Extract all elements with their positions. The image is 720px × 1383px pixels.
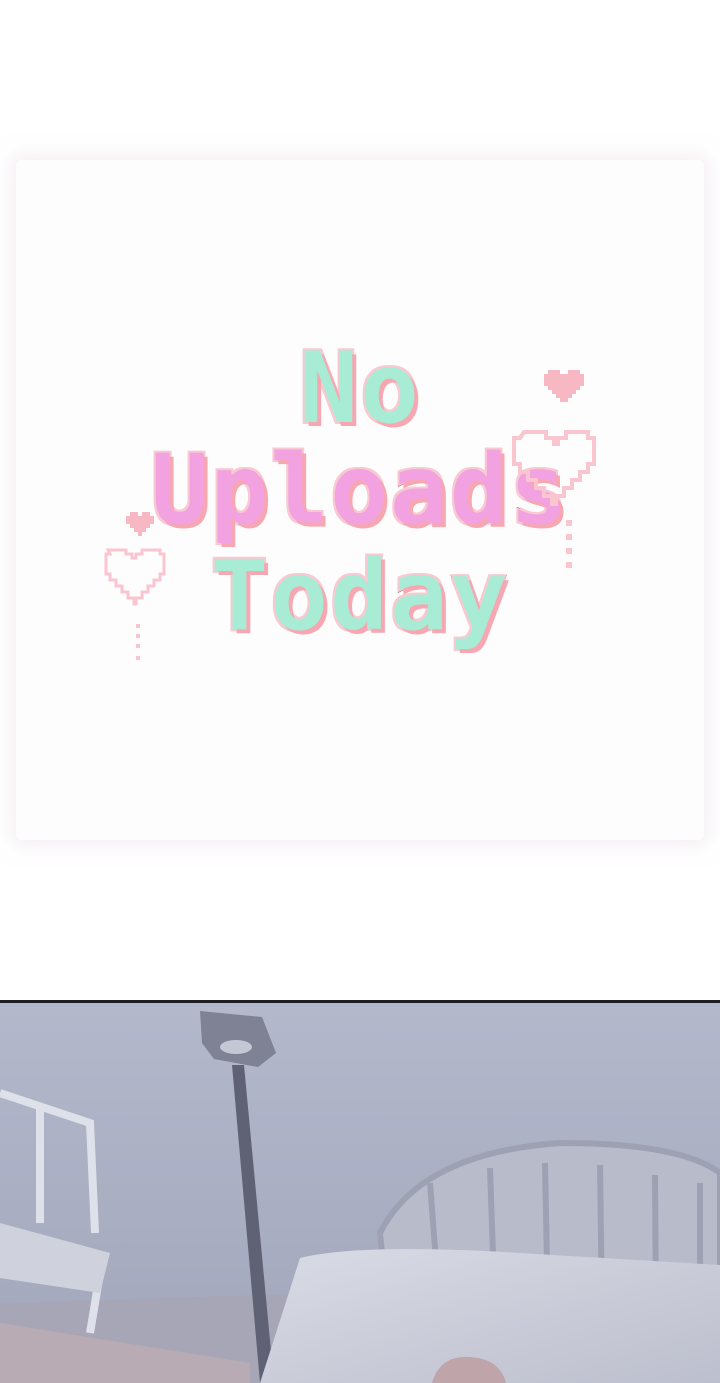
heart-outline-icon [512, 430, 596, 506]
heart-dotted-tail [566, 520, 572, 568]
heart-dotted-tail [136, 624, 140, 660]
heart-icon [126, 512, 154, 536]
illustration-scene [0, 1000, 720, 1383]
heart-icon [544, 370, 584, 402]
heart-decoration-left [98, 508, 188, 682]
heart-outline-icon [104, 548, 166, 606]
heart-decoration-right [510, 360, 630, 584]
